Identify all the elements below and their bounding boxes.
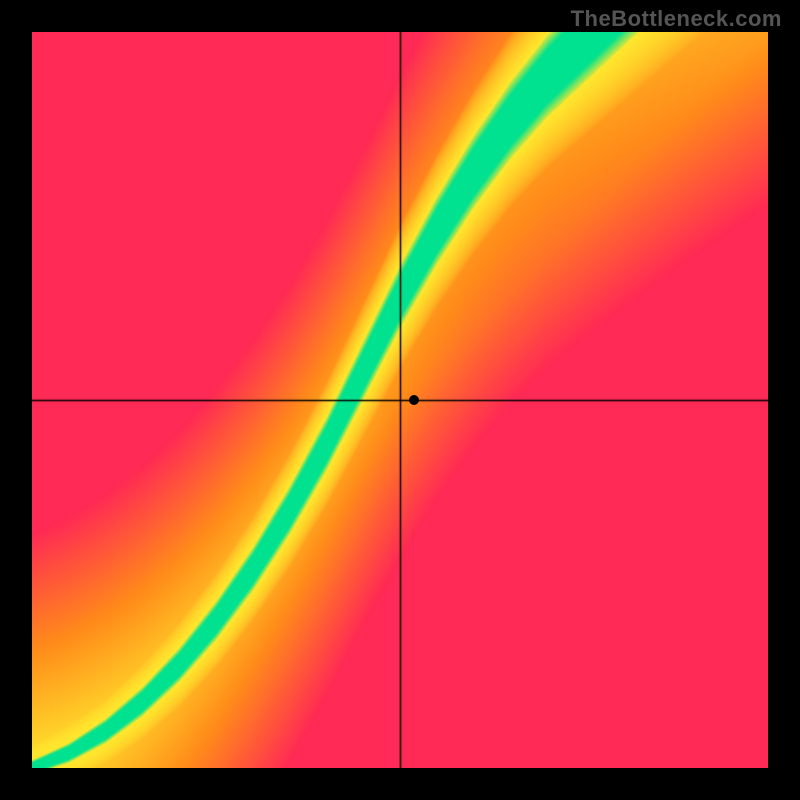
- bottleneck-heatmap: [32, 32, 768, 768]
- chart-frame: TheBottleneck.com: [0, 0, 800, 800]
- watermark-text: TheBottleneck.com: [571, 6, 782, 32]
- selection-marker-dot: [409, 395, 419, 405]
